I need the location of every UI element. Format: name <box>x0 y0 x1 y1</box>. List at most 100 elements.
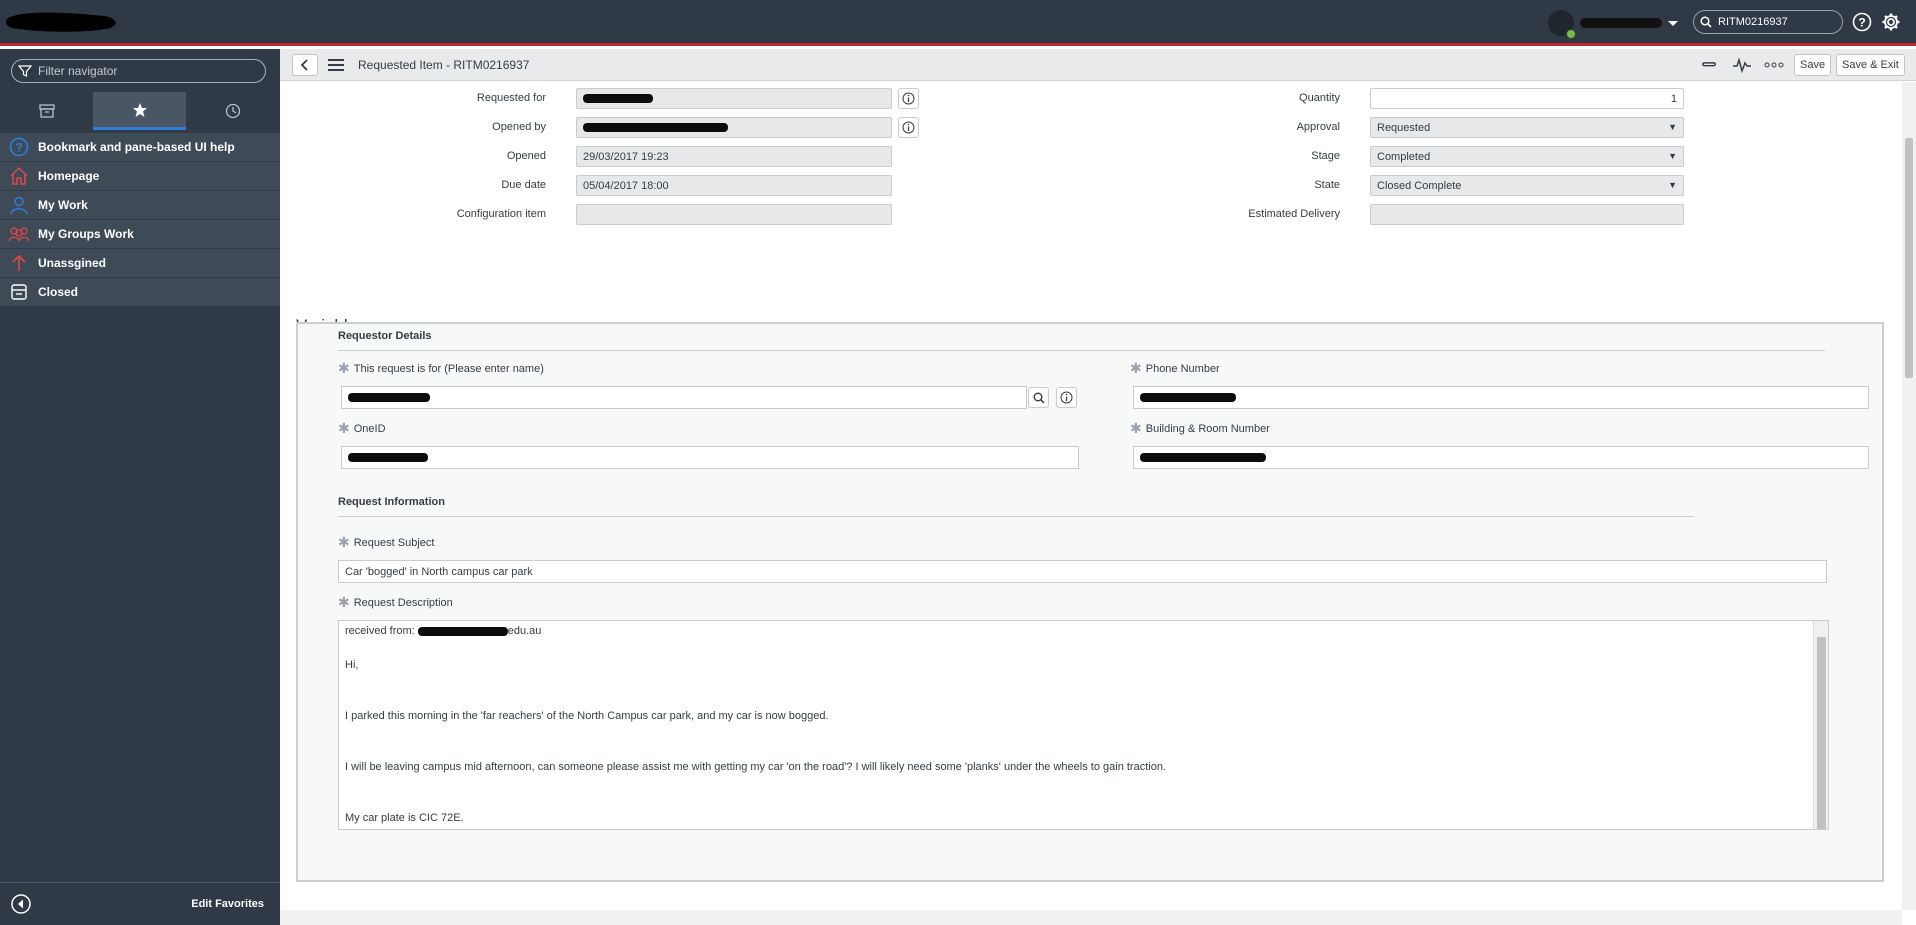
required-asterisk-icon: ✱ <box>338 360 350 376</box>
stage-select[interactable]: Completed ▼ <box>1370 146 1684 167</box>
request-subject-label: ✱ Request Subject <box>338 534 434 551</box>
estimated-delivery-field[interactable] <box>1370 204 1684 225</box>
stage-label: Stage <box>1311 150 1340 162</box>
description-line: My car plate is CIC 72E. <box>345 812 464 824</box>
due-date-field[interactable]: 05/04/2017 18:00 <box>576 175 892 196</box>
request-description-label-text: Request Description <box>353 596 453 609</box>
nav-item-my-work[interactable]: My Work <box>0 191 280 219</box>
request-for-info-button[interactable] <box>1056 387 1077 408</box>
approval-value: Requested <box>1377 121 1431 134</box>
textarea-scroll-thumb[interactable] <box>1817 637 1826 829</box>
horizontal-scrollbar[interactable] <box>280 910 1902 925</box>
requested-for-field[interactable] <box>576 88 892 109</box>
search-icon <box>1033 392 1045 404</box>
info-icon <box>902 121 915 134</box>
request-for-input[interactable] <box>341 386 1027 409</box>
svg-text:?: ? <box>15 141 22 155</box>
building-room-label-text: Building & Room Number <box>1145 422 1270 435</box>
required-asterisk-icon: ✱ <box>1130 360 1142 376</box>
company-logo[interactable] <box>4 8 122 36</box>
from-prefix: received from: <box>345 625 418 637</box>
filter-placeholder: Filter navigator <box>38 64 118 78</box>
user-menu[interactable] <box>1548 10 1678 39</box>
description-from-line: received from: edu.au <box>345 625 541 637</box>
collapse-navigator-icon[interactable] <box>10 893 32 915</box>
form-context-menu-button[interactable] <box>325 55 347 75</box>
configuration-item-label: Configuration item <box>456 208 546 220</box>
opened-label: Opened <box>506 150 546 162</box>
svg-text:?: ? <box>1858 16 1865 30</box>
oneid-input[interactable] <box>341 446 1079 469</box>
edit-favorites-link[interactable]: Edit Favorites <box>191 898 264 910</box>
user-avatar[interactable] <box>1548 10 1576 39</box>
nav-item-label: Closed <box>38 285 79 299</box>
nav-item-label: Unassgined <box>38 256 107 270</box>
chevron-left-icon <box>300 59 308 71</box>
save-button[interactable]: Save <box>1794 54 1832 76</box>
approval-select[interactable]: Requested ▼ <box>1370 117 1684 138</box>
requested-for-info-button[interactable] <box>898 88 919 109</box>
request-information-heading: Request Information <box>338 496 445 508</box>
textarea-scrollbar[interactable] <box>1813 621 1828 829</box>
approval-label: Approval <box>1296 121 1340 133</box>
nav-item-bookmark-help[interactable]: ? Bookmark and pane-based UI help <box>0 133 280 161</box>
vertical-scroll-thumb[interactable] <box>1905 138 1913 378</box>
more-options-icon[interactable] <box>1763 55 1785 75</box>
chevron-down-icon[interactable] <box>1668 20 1678 26</box>
nav-item-label: Homepage <box>38 169 100 183</box>
help-icon[interactable]: ? <box>1851 11 1873 33</box>
oneid-label: ✱ OneID <box>338 420 386 437</box>
state-label: State <box>1314 179 1340 191</box>
phone-number-input[interactable] <box>1133 386 1869 409</box>
opened-by-label: Opened by <box>492 121 546 133</box>
top-banner: RITM0216937 ? <box>0 0 1916 46</box>
clock-icon <box>225 103 240 119</box>
nav-item-my-groups-work[interactable]: My Groups Work <box>0 220 280 248</box>
opened-by-info-button[interactable] <box>898 117 919 138</box>
state-value: Closed Complete <box>1377 179 1462 192</box>
activity-stream-icon[interactable] <box>1731 55 1753 75</box>
state-select[interactable]: Closed Complete ▼ <box>1370 175 1684 196</box>
gear-icon[interactable] <box>1880 11 1902 33</box>
user-name-redacted <box>1580 18 1662 28</box>
opened-field[interactable]: 29/03/2017 19:23 <box>576 146 892 167</box>
save-exit-button[interactable]: Save & Exit <box>1836 54 1905 76</box>
request-subject-input[interactable]: Car 'bogged' in North campus car park <box>338 560 1827 583</box>
nav-item-closed[interactable]: Closed <box>0 278 280 306</box>
lookup-button[interactable] <box>1028 387 1049 408</box>
global-search-input[interactable]: RITM0216937 <box>1718 16 1788 28</box>
section-divider <box>338 516 1694 517</box>
vertical-scrollbar[interactable] <box>1902 82 1916 910</box>
building-room-input[interactable] <box>1133 446 1869 469</box>
quantity-label: Quantity <box>1299 92 1340 104</box>
global-search[interactable]: RITM0216937 <box>1693 10 1843 34</box>
opened-by-field[interactable] <box>576 117 892 138</box>
search-icon <box>1700 16 1712 28</box>
tab-favorites[interactable] <box>93 92 186 130</box>
redacted-value <box>583 123 728 132</box>
nav-item-homepage[interactable]: Homepage <box>0 162 280 190</box>
group-icon <box>0 224 38 244</box>
tab-history[interactable] <box>186 92 279 130</box>
main-content: Requested Item - RITM0216937 Save Save &… <box>280 49 1916 925</box>
description-line: Hi, <box>345 659 359 671</box>
quantity-field[interactable]: 1 <box>1370 88 1684 109</box>
requested-for-label: Requested for <box>476 92 546 104</box>
building-room-label: ✱ Building & Room Number <box>1130 420 1270 437</box>
redacted-value <box>348 393 430 402</box>
request-for-label-text: This request is for (Please enter name) <box>353 362 544 375</box>
description-line: I will be leaving campus mid afternoon, … <box>345 761 1166 773</box>
redacted-value <box>583 94 653 103</box>
request-subject-label-text: Request Subject <box>353 536 435 549</box>
request-for-label: ✱ This request is for (Please enter name… <box>338 360 544 377</box>
nav-item-unassigned[interactable]: Unassgined <box>0 249 280 277</box>
configuration-item-field[interactable] <box>576 204 892 225</box>
hamburger-icon <box>328 59 344 71</box>
form-body: Requested for Opened by Opened 29/03/201… <box>280 82 1902 910</box>
back-button[interactable] <box>292 54 318 76</box>
filter-navigator-input[interactable]: Filter navigator <box>11 59 266 83</box>
request-description-textarea[interactable]: received from: edu.au Hi, I parked this … <box>338 620 1829 830</box>
home-icon <box>0 166 38 186</box>
attachment-icon[interactable] <box>1697 55 1719 75</box>
tab-all-applications[interactable] <box>0 92 93 130</box>
